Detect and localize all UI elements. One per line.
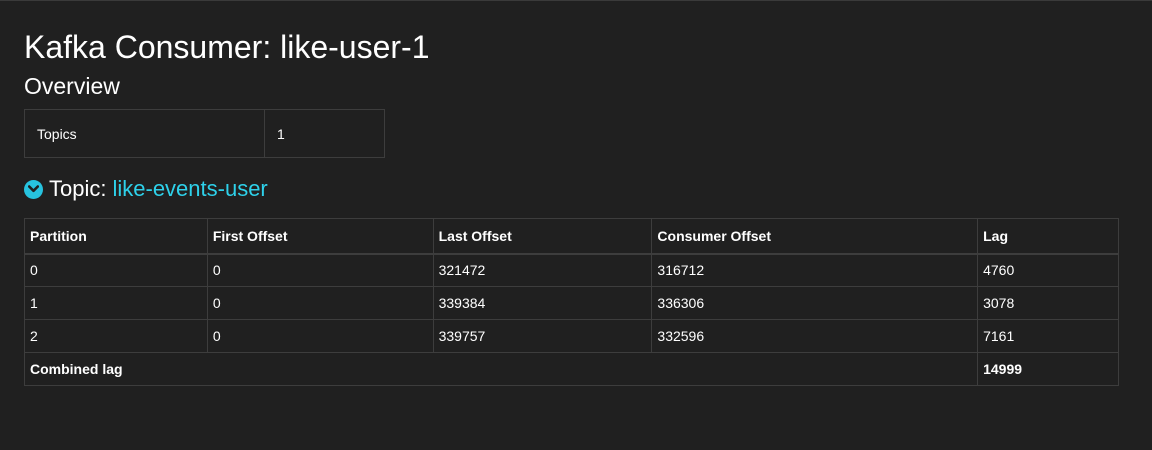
partition-cell: 2 xyxy=(24,319,208,353)
overview-topics-value: 1 xyxy=(264,109,385,158)
header-first-offset: First Offset xyxy=(206,218,434,255)
overview-topics-label: Topics xyxy=(24,109,265,158)
first-offset-cell: 0 xyxy=(206,286,434,320)
last-offset-cell: 339757 xyxy=(432,319,653,353)
partition-cell: 1 xyxy=(24,286,208,320)
chevron-down-icon[interactable] xyxy=(24,179,43,199)
header-consumer-offset: Consumer Offset xyxy=(651,218,979,255)
header-partition: Partition xyxy=(24,218,208,255)
topic-prefix: Topic: xyxy=(49,176,107,201)
combined-lag-label: Combined lag xyxy=(23,352,979,386)
table-row: 0 0 321472 316712 4760 xyxy=(24,253,1119,287)
header-last-offset: Last Offset xyxy=(432,218,653,255)
consumer-offset-cell: 332596 xyxy=(651,319,979,353)
page-title: Kafka Consumer: like-user-1 xyxy=(24,29,430,65)
table-row: Topics 1 xyxy=(24,109,385,158)
last-offset-cell: 339384 xyxy=(432,286,653,320)
table-header-row: Partition First Offset Last Offset Consu… xyxy=(24,218,1119,255)
table-row: 1 0 339384 336306 3078 xyxy=(24,286,1119,320)
combined-lag-row: Combined lag 14999 xyxy=(23,352,1119,386)
combined-lag-value: 14999 xyxy=(977,352,1119,386)
first-offset-cell: 0 xyxy=(206,319,434,353)
partition-cell: 0 xyxy=(24,253,208,287)
header-lag: Lag xyxy=(977,218,1119,255)
consumer-offset-cell: 316712 xyxy=(651,253,979,287)
partitions-table: Partition First Offset Last Offset Consu… xyxy=(23,218,1119,386)
table-row: 2 0 339757 332596 7161 xyxy=(24,319,1119,353)
lag-cell: 7161 xyxy=(977,319,1119,353)
overview-table: Topics 1 xyxy=(24,109,385,158)
overview-heading: Overview xyxy=(24,73,120,99)
lag-cell: 3078 xyxy=(977,286,1119,320)
lag-cell: 4760 xyxy=(977,253,1119,287)
last-offset-cell: 321472 xyxy=(432,253,653,287)
first-offset-cell: 0 xyxy=(206,253,434,287)
consumer-offset-cell: 336306 xyxy=(651,286,979,320)
topic-heading: Topic: like-events-user xyxy=(24,174,268,204)
topic-name-link[interactable]: like-events-user xyxy=(112,176,267,202)
